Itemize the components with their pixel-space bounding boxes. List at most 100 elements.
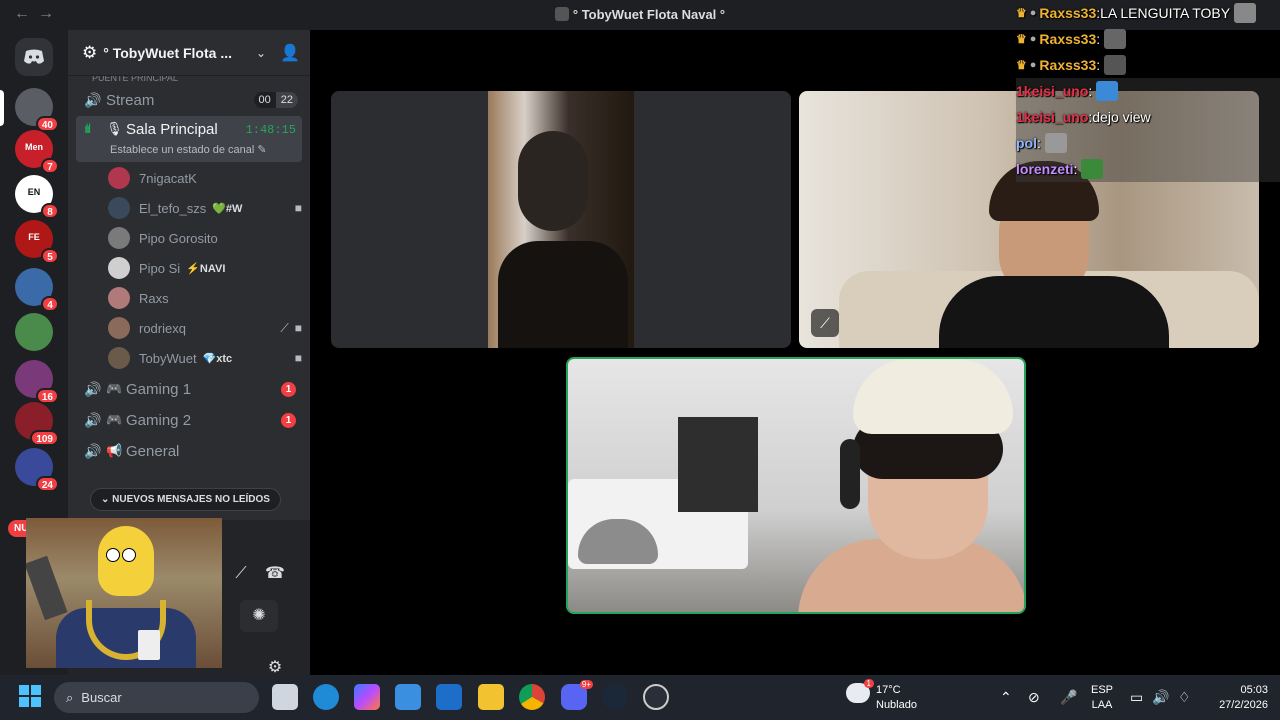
mute-mic-icon[interactable]: ⟋ <box>222 558 260 590</box>
server-name: ° TobyWuet Flota ... <box>103 44 232 61</box>
category-header[interactable]: PUENTE PRINCIPAL <box>68 76 310 84</box>
user-name: 7nigacatK <box>139 170 197 186</box>
soundboard-icon[interactable]: ✺ <box>240 600 278 632</box>
voice-user[interactable]: TobyWuet 💎xtc ■ <box>108 343 302 373</box>
store-icon[interactable] <box>395 684 421 710</box>
chat-username: Raxss33 <box>1039 31 1097 47</box>
microphone-icon[interactable]: 🎤 <box>1060 689 1077 706</box>
volume-icon[interactable]: 🔊 <box>1152 689 1169 706</box>
badge-icon: ● <box>1029 59 1037 71</box>
user-count-current: 00 <box>253 92 276 108</box>
file-explorer-icon[interactable] <box>478 684 504 710</box>
voice-user[interactable]: Pipo Gorosito <box>108 223 302 253</box>
voice-user[interactable]: Pipo Si ⚡NAVI <box>108 253 302 283</box>
chat-separator: : <box>1088 83 1093 99</box>
copilot-icon[interactable] <box>354 684 380 710</box>
channel-emoji-icon: 🎮 <box>106 412 123 427</box>
chat-username: 1keisi_uno <box>1016 109 1089 125</box>
windows-start-icon[interactable] <box>18 684 44 710</box>
voice-user[interactable]: Raxs <box>108 283 302 313</box>
emote-icon <box>1096 81 1119 101</box>
wall-poster <box>678 417 758 512</box>
weather-desc: Nublado <box>876 699 917 711</box>
server-icon[interactable]: 109 <box>15 402 59 446</box>
mention-badge: 1 <box>281 412 296 428</box>
display-icon[interactable]: ▭ <box>1130 689 1143 706</box>
voice-user[interactable]: 7nigacatK <box>108 163 302 193</box>
obs-icon[interactable] <box>643 684 669 710</box>
channel-label: Sala Principal <box>126 121 218 138</box>
server-initials: FE <box>28 232 40 242</box>
voice-user-list: 7nigacatK El_tefo_szs 💚#W ■ Pipo Gorosito Pip… <box>68 163 310 373</box>
avatar <box>108 227 130 249</box>
channel-status[interactable]: Establece un estado de canal ✎ <box>110 143 267 156</box>
edge-icon[interactable] <box>313 684 339 710</box>
server-badge: 8 <box>41 203 59 219</box>
chat-username: Raxss33 <box>1039 57 1097 73</box>
channel-status-text: Establece un estado de canal <box>110 144 255 156</box>
chevron-down-icon: ⌄ <box>256 45 267 60</box>
lang-line-2[interactable]: LAA <box>1090 699 1114 711</box>
unread-label: NUEVOS MENSAJES NO LEÍDOS <box>112 494 270 505</box>
figure-eye <box>122 548 136 562</box>
voice-activity-icon: ılıl <box>84 121 91 136</box>
disconnect-icon[interactable]: ☎ <box>256 558 294 590</box>
server-badge: 4 <box>41 296 59 312</box>
chat-message: 1keisi_uno: <box>1016 78 1280 104</box>
discord-home-button[interactable] <box>15 38 53 76</box>
voice-user[interactable]: rodriexq ⟋ ■ <box>108 313 302 343</box>
chat-separator: : <box>1096 31 1101 47</box>
voice-channel-list: 🔊 🎮 Gaming 1 1 🔊 🎮 Gaming 2 1 🔊 📢 General <box>68 374 310 466</box>
server-badge: 109 <box>30 430 59 446</box>
server-header[interactable]: ⚙ ° TobyWuet Flota ... ⌄ 👤 <box>68 30 310 76</box>
clock-date[interactable]: 27/2/2026 <box>1200 699 1268 711</box>
channel-label: General <box>126 442 180 460</box>
channel-sala-principal[interactable]: ılıl 🎙 Sala Principal 1:48:15 Establece … <box>76 116 302 162</box>
task-view-icon[interactable] <box>272 684 298 710</box>
settings-gear-icon[interactable]: ⚙ <box>256 652 294 675</box>
outlook-icon[interactable] <box>436 684 462 710</box>
search-icon: ⌕ <box>66 689 74 705</box>
user-name: Pipo Gorosito <box>139 230 218 246</box>
figure-eye <box>106 548 120 562</box>
discord-taskbar-icon[interactable]: 9+ <box>561 680 593 710</box>
channel-gaming-2[interactable]: 🔊 🎮 Gaming 2 1 <box>76 405 302 435</box>
person-cap <box>853 359 1013 434</box>
camera-icon: ■ <box>294 321 302 335</box>
weather-icon[interactable]: 1 <box>846 679 874 703</box>
steam-icon[interactable] <box>602 684 628 710</box>
video-tile-speaking[interactable] <box>566 357 1026 614</box>
search-placeholder: Buscar <box>81 690 122 705</box>
unread-messages-pill[interactable]: ⌄ NUEVOS MENSAJES NO LEÍDOS <box>90 488 281 511</box>
video-tile-1[interactable] <box>331 91 791 348</box>
tag-icon: 💎 <box>202 352 217 365</box>
mic-emoji-icon: 🎙 <box>106 121 123 136</box>
chat-message: ♛ ● Raxss33: <box>1016 52 1280 78</box>
eye-slash-icon[interactable]: ⊘ <box>1028 689 1040 706</box>
chrome-icon[interactable] <box>519 684 545 710</box>
lang-line-1[interactable]: ESP <box>1090 684 1114 696</box>
server-icon[interactable]: Men 7 <box>15 130 59 174</box>
taskbar-search[interactable]: ⌕ Buscar <box>54 682 259 713</box>
headset <box>840 439 860 509</box>
server-icon[interactable]: EN 8 <box>15 175 59 219</box>
server-icon[interactable]: 16 <box>15 360 59 404</box>
channel-general[interactable]: 🔊 📢 General <box>76 436 302 466</box>
picture-in-picture-image <box>26 518 222 668</box>
voice-user[interactable]: El_tefo_szs 💚#W ■ <box>108 193 302 223</box>
discord-icon <box>24 49 44 64</box>
tag-icon: ⚡ <box>186 262 200 275</box>
server-icon[interactable] <box>15 313 53 351</box>
chevron-up-icon[interactable]: ⌃ <box>1000 689 1012 706</box>
server-icon[interactable]: 4 <box>15 268 59 312</box>
server-icon[interactable]: 24 <box>15 448 59 492</box>
server-icon[interactable]: FE 5 <box>15 220 59 264</box>
channel-stream[interactable]: 🔊 Stream 00 22 <box>76 85 302 115</box>
clock-time[interactable]: 05:03 <box>1200 684 1268 696</box>
invite-people-icon[interactable]: 👤 <box>280 43 300 63</box>
server-icon[interactable]: 40 <box>15 88 59 132</box>
channel-gaming-1[interactable]: 🔊 🎮 Gaming 1 1 <box>76 374 302 404</box>
notification-bell-icon[interactable]: ♢ <box>1178 689 1191 706</box>
speaker-icon: 🔊 <box>84 442 102 459</box>
avatar <box>108 287 130 309</box>
